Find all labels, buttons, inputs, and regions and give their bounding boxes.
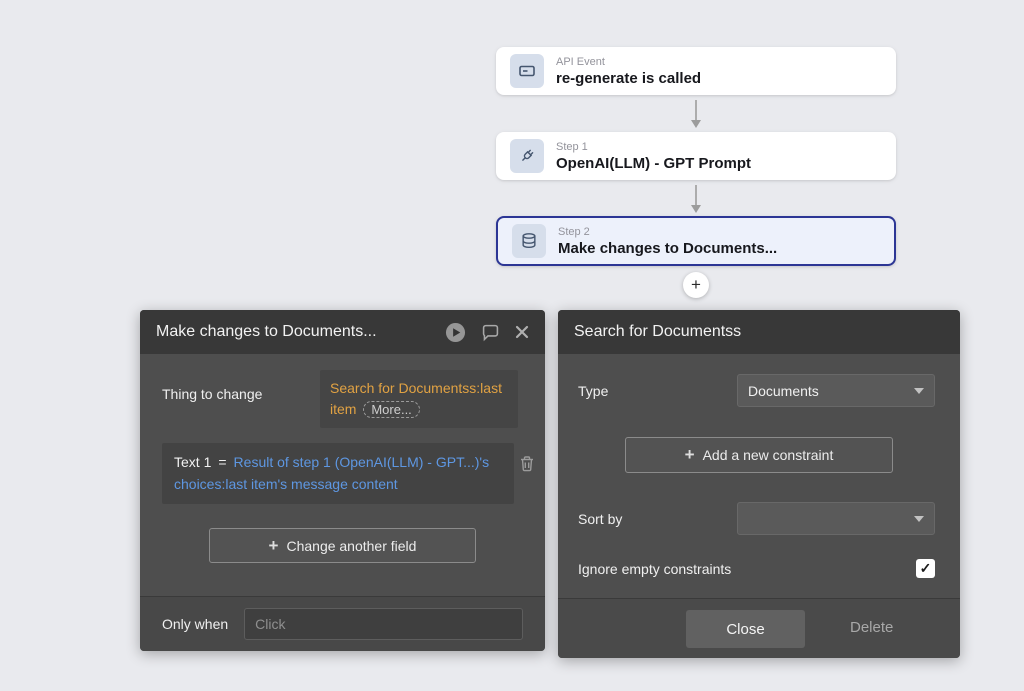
plus-icon: + [691, 275, 701, 294]
card-title: Make changes to Documents... [558, 239, 778, 257]
search-panel-footer: Close Delete [558, 598, 960, 658]
ignore-empty-label: Ignore empty constraints [578, 560, 732, 577]
chevron-down-icon [914, 515, 924, 522]
checkmark-icon: ✓ [919, 560, 932, 576]
only-when-input[interactable] [244, 608, 523, 640]
ignore-empty-checkbox[interactable]: ✓ [916, 559, 935, 578]
more-button[interactable]: More... [363, 401, 420, 418]
workflow-card-step-2[interactable]: Step 2 Make changes to Documents... [496, 216, 896, 266]
plugin-icon [510, 139, 544, 173]
field-name: Text 1 [174, 454, 212, 470]
card-text: API Event re-generate is called [556, 56, 701, 87]
sort-by-dropdown[interactable] [737, 502, 935, 535]
ignore-empty-row: Ignore empty constraints ✓ [558, 559, 960, 578]
connector-arrow-down-icon [691, 185, 701, 213]
thing-to-change-label: Thing to change [162, 386, 263, 402]
change-another-field-button[interactable]: + Change another field [209, 528, 476, 564]
thing-to-change-field[interactable]: Search for Documentss:last item More... [320, 370, 518, 428]
action-panel-header: Make changes to Documents... [140, 310, 545, 354]
search-panel-header: Search for Documentss [558, 310, 960, 354]
thing-to-change-row: Thing to change Search for Documentss:la… [140, 354, 545, 428]
database-icon [512, 224, 546, 258]
card-text: Step 1 OpenAI(LLM) - GPT Prompt [556, 141, 751, 172]
type-dropdown[interactable]: Documents [737, 374, 935, 407]
comment-icon[interactable] [481, 323, 500, 342]
close-icon[interactable] [515, 325, 529, 339]
trash-icon[interactable] [519, 455, 535, 477]
only-when-footer: Only when [140, 596, 545, 651]
equals-operator: = [218, 454, 227, 470]
card-title: re-generate is called [556, 69, 702, 87]
sort-by-row: Sort by [558, 502, 960, 535]
card-kind-label: API Event [556, 55, 605, 68]
plus-icon: + [684, 445, 695, 464]
card-kind-label: Step 2 [558, 225, 590, 238]
search-editor-panel: Search for Documentss Type Documents + A… [558, 310, 960, 658]
card-title: OpenAI(LLM) - GPT Prompt [556, 154, 751, 172]
connector-arrow-down-icon [691, 100, 701, 128]
add-constraint-button[interactable]: + Add a new constraint [625, 437, 893, 473]
type-row: Type Documents [558, 374, 960, 407]
plus-icon: + [268, 535, 279, 555]
sort-by-label: Sort by [578, 510, 623, 527]
api-event-icon [510, 54, 544, 88]
field-expression[interactable]: Text 1 = Result of step 1 (OpenAI(LLM) - G… [162, 443, 514, 505]
action-editor-panel: Make changes to Documents... Thing to ch… [140, 310, 545, 651]
field-assignment-row: Text 1 = Result of step 1 (OpenAI(LLM) - G… [140, 428, 545, 505]
card-text: Step 2 Make changes to Documents... [558, 226, 777, 257]
panel-title: Make changes to Documents... [156, 323, 377, 340]
card-kind-label: Step 1 [556, 140, 588, 153]
workflow-card-api-event[interactable]: API Event re-generate is called [496, 47, 896, 95]
add-step-button[interactable]: + [683, 272, 709, 298]
only-when-label: Only when [162, 616, 229, 632]
close-button[interactable]: Close [686, 610, 805, 648]
add-constraint-label: Add a new constraint [702, 447, 834, 463]
panel-title: Search for Documentss [574, 323, 742, 340]
run-icon[interactable] [445, 322, 466, 343]
type-label: Type [578, 382, 609, 399]
chevron-down-icon [914, 387, 924, 394]
type-value: Documents [748, 382, 819, 399]
delete-button[interactable]: Delete [850, 619, 893, 636]
workflow-card-step-1[interactable]: Step 1 OpenAI(LLM) - GPT Prompt [496, 132, 896, 180]
change-another-field-label: Change another field [286, 537, 417, 554]
